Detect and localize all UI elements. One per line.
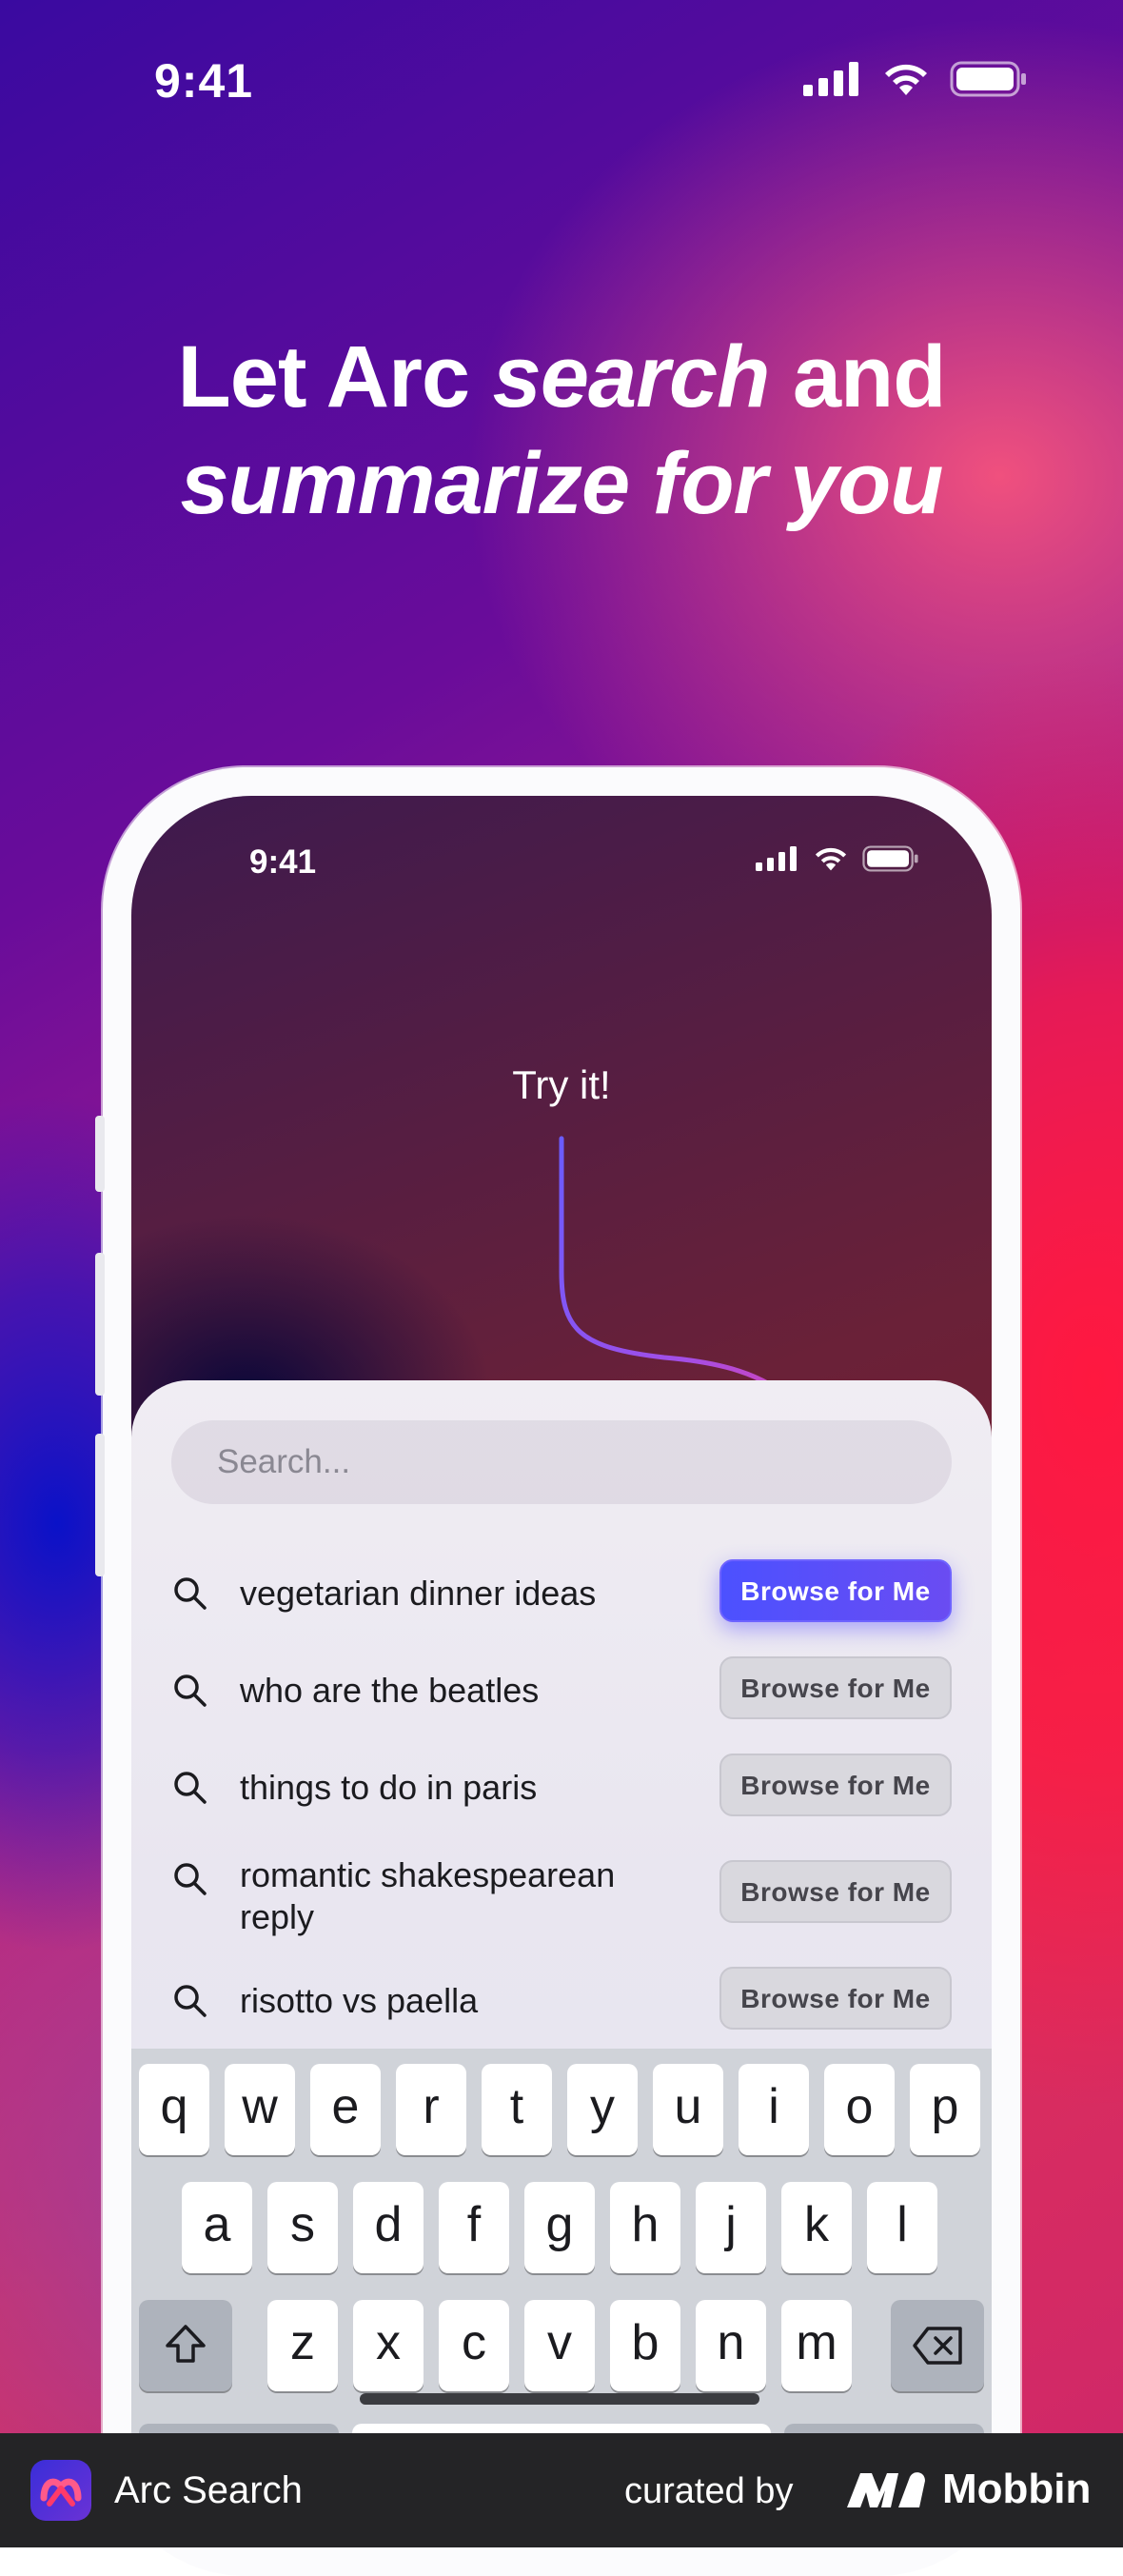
shift-icon: [166, 2325, 206, 2363]
arc-logo-icon: [40, 2478, 82, 2507]
key-g[interactable]: g: [524, 2182, 595, 2273]
phone-side-button: [95, 1434, 105, 1576]
delete-key[interactable]: [891, 2300, 984, 2391]
search-icon: [174, 1674, 207, 1707]
search-icon: [174, 1985, 207, 2017]
backspace-icon: [913, 2327, 962, 2365]
mobbin-brand: Mobbin: [942, 2466, 1092, 2512]
search-input[interactable]: Search...: [171, 1420, 952, 1504]
headline-text-b: search: [492, 328, 771, 426]
key-f[interactable]: f: [439, 2182, 509, 2273]
suggestion-text: romantic shakespearean reply: [240, 1855, 616, 1936]
cellular-signal-icon: [803, 62, 858, 96]
key-x[interactable]: x: [353, 2300, 424, 2391]
key-l[interactable]: l: [867, 2182, 937, 2273]
key-h[interactable]: h: [610, 2182, 680, 2273]
key-j[interactable]: j: [696, 2182, 766, 2273]
status-time: 9:41: [154, 54, 254, 108]
key-d[interactable]: d: [353, 2182, 424, 2273]
home-indicator: [360, 2393, 759, 2405]
suggestion-text: who are the beatles: [240, 1671, 540, 1710]
browse-for-me-button[interactable]: Browse for Me: [719, 1860, 952, 1923]
suggestion-row[interactable]: risotto vs paella Browse for Me: [171, 1967, 952, 2035]
curated-by-label: curated by: [624, 2471, 794, 2511]
app-name: Arc Search: [114, 2469, 303, 2511]
browse-for-me-button[interactable]: Browse for Me: [719, 1754, 952, 1816]
mobbin-logo-icon: [847, 2472, 925, 2507]
page-headline: Let Arc search and summarize for you: [0, 324, 1123, 537]
key-z[interactable]: z: [267, 2300, 338, 2391]
browse-for-me-button[interactable]: Browse for Me: [719, 1967, 952, 2030]
search-icon: [174, 1577, 207, 1610]
key-u[interactable]: u: [653, 2064, 723, 2155]
key-b[interactable]: b: [610, 2300, 680, 2391]
key-i[interactable]: i: [739, 2064, 809, 2155]
browse-for-me-button[interactable]: Browse for Me: [719, 1559, 952, 1622]
key-k[interactable]: k: [781, 2182, 852, 2273]
battery-icon: [950, 61, 1026, 97]
headline-line2: summarize for you: [180, 435, 944, 532]
key-o[interactable]: o: [824, 2064, 895, 2155]
headline-text-c: and: [769, 328, 947, 426]
suggestion-text: vegetarian dinner ideas: [240, 1574, 597, 1613]
phone-screen: 9:41 Try it! Search... vegetarian dinner…: [131, 796, 992, 2509]
key-m[interactable]: m: [781, 2300, 852, 2391]
key-q[interactable]: q: [139, 2064, 209, 2155]
browse-for-me-button[interactable]: Browse for Me: [719, 1656, 952, 1719]
key-w[interactable]: w: [225, 2064, 295, 2155]
shift-key[interactable]: [139, 2300, 232, 2391]
key-y[interactable]: y: [567, 2064, 638, 2155]
key-c[interactable]: c: [439, 2300, 509, 2391]
key-n[interactable]: n: [696, 2300, 766, 2391]
status-icons: [803, 61, 1028, 97]
key-s[interactable]: s: [267, 2182, 338, 2273]
key-v[interactable]: v: [524, 2300, 595, 2391]
search-placeholder: Search...: [217, 1443, 351, 1480]
suggestion-row[interactable]: romantic shakespearean reply Browse for …: [171, 1855, 952, 1936]
phone-side-button: [95, 1253, 105, 1396]
key-e[interactable]: e: [310, 2064, 381, 2155]
key-t[interactable]: t: [482, 2064, 552, 2155]
wifi-icon: [885, 64, 927, 95]
key-a[interactable]: a: [182, 2182, 252, 2273]
key-p[interactable]: p: [910, 2064, 980, 2155]
key-r[interactable]: r: [396, 2064, 466, 2155]
suggestion-text: risotto vs paella: [240, 1981, 479, 2020]
phone-side-button: [95, 1116, 105, 1192]
search-icon: [174, 1863, 207, 1895]
search-icon: [174, 1772, 207, 1804]
suggestion-row[interactable]: who are the beatles Browse for Me: [171, 1656, 952, 1725]
suggestion-row[interactable]: things to do in paris Browse for Me: [171, 1754, 952, 1822]
app-icon: [30, 2460, 91, 2521]
suggestion-row[interactable]: vegetarian dinner ideas Browse for Me: [171, 1559, 952, 1628]
headline-text-a: Let Arc: [177, 328, 493, 426]
suggestion-text: things to do in paris: [240, 1768, 538, 1807]
footer-bar: Arc Search curated by Mobbin: [0, 2433, 1123, 2547]
status-bar: 9:41: [0, 0, 1123, 171]
